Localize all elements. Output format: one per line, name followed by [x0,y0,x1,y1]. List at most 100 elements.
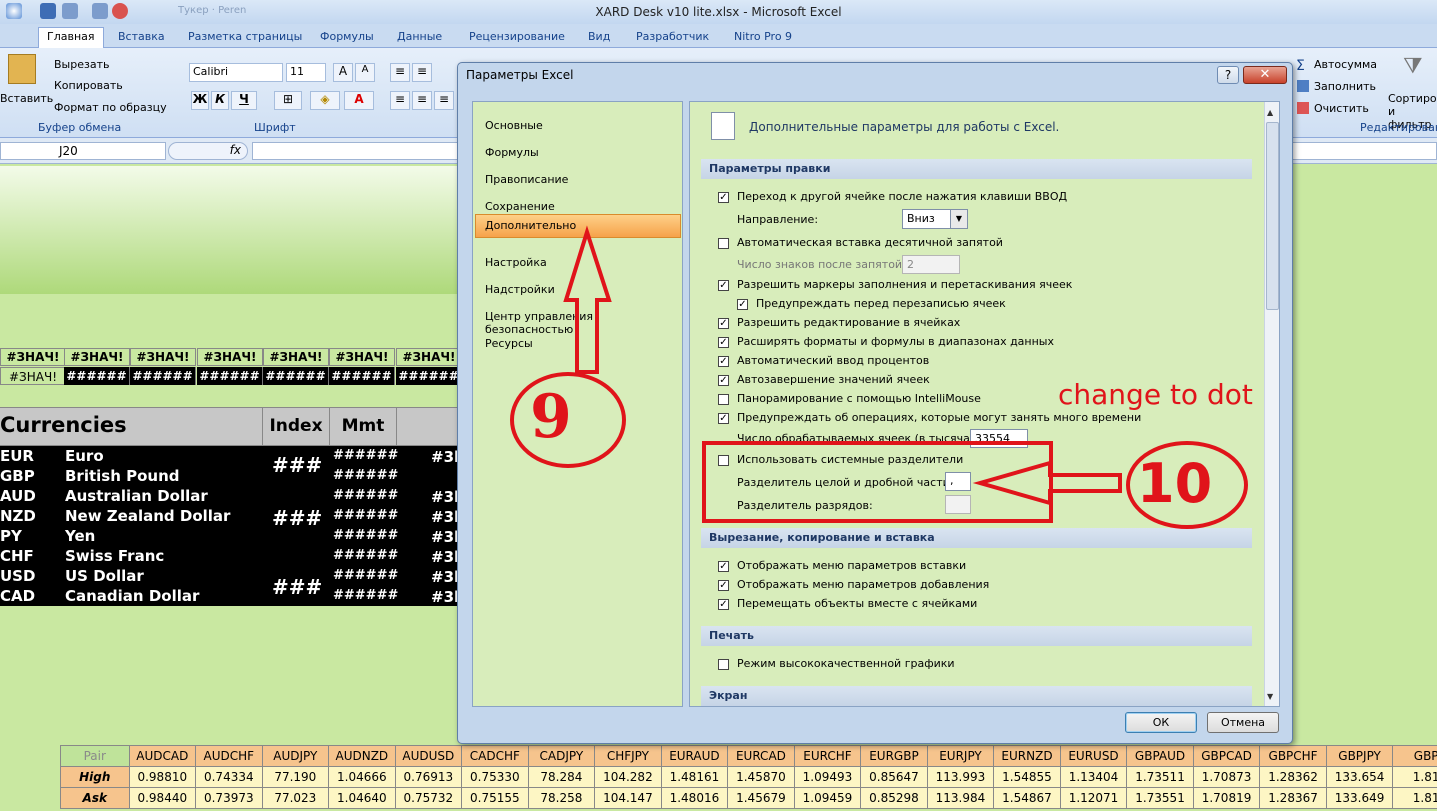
ok-button[interactable]: ОК [1125,712,1197,733]
tab-data[interactable]: Данные [389,28,450,45]
error-cell[interactable]: #ЗНАЧ! [329,348,395,366]
price-cell[interactable]: 104.282 [594,766,662,788]
autosum-button[interactable]: Автосумма [1314,58,1377,71]
align-left-icon[interactable]: ≡ [390,91,410,110]
pair-header[interactable]: AUDCAD [128,745,197,767]
partial-value[interactable]: #3l [431,568,459,586]
decimal-places-spinner[interactable]: 2 [902,255,960,274]
price-cell[interactable]: 1.81 [1392,766,1437,788]
partial-value[interactable]: #3l [431,548,459,566]
price-cell[interactable]: 1.28362 [1259,766,1327,788]
bold-button[interactable]: Ж [191,91,209,110]
fill-color-icon[interactable]: ◈ [310,91,340,110]
price-cell[interactable]: 1.04666 [328,766,396,788]
nav-item-trust-center[interactable]: Центр управления безопасностью [485,310,682,336]
scroll-down-icon[interactable]: ▼ [1267,692,1273,701]
price-cell[interactable]: 0.85298 [860,787,928,809]
hash-cell[interactable]: ###### [197,367,263,385]
pair-header[interactable]: CHFJPY [594,745,662,767]
autosum-icon[interactable]: Σ [1296,58,1310,74]
thousands-separator-input[interactable] [945,495,971,514]
tab-page-layout[interactable]: Разметка страницы [180,28,310,45]
index-hash[interactable]: ### [272,453,322,477]
pair-header[interactable]: GBPCAD [1192,745,1261,767]
close-button[interactable]: ✕ [1243,66,1287,84]
price-cell[interactable]: 1.70873 [1192,766,1261,788]
font-name-box[interactable]: Calibri [189,63,283,82]
index-hash[interactable]: ### [272,506,322,530]
error-cell[interactable]: #ЗНАЧ! [263,348,329,366]
tab-home[interactable]: Главная [38,27,104,49]
price-cell[interactable]: 1.54867 [993,787,1061,809]
price-cell[interactable]: 1.73551 [1126,787,1194,809]
mmt-hash[interactable]: ###### [333,548,398,563]
format-painter-button[interactable]: Формат по образцу [54,101,167,114]
grow-font-button[interactable]: A [333,63,353,82]
price-cell[interactable]: 0.74334 [195,766,263,788]
price-cell[interactable]: 1.12071 [1059,787,1128,809]
mmt-hash[interactable]: ###### [333,588,398,603]
chevron-down-icon[interactable]: ▼ [950,210,967,228]
price-cell[interactable]: 1.70819 [1192,787,1261,809]
checkbox[interactable] [718,455,729,466]
pair-header[interactable]: AUDCHF [195,745,263,767]
pair-header[interactable]: CADCHF [461,745,529,767]
font-color-icon[interactable]: A [344,91,374,110]
price-cell[interactable]: 0.76913 [394,766,463,788]
fill-button[interactable]: Заполнить [1314,80,1376,93]
tab-view[interactable]: Вид [580,28,618,45]
save-icon[interactable] [40,3,56,19]
scroll-up-icon[interactable]: ▲ [1267,108,1273,117]
undo-icon[interactable] [62,3,78,19]
mmt-hash[interactable]: ###### [333,448,398,463]
price-cell[interactable]: 133.649 [1325,787,1394,809]
align-middle-icon[interactable]: ≡ [412,63,432,82]
pair-header[interactable]: EURCAD [727,745,795,767]
price-cell[interactable]: 0.75155 [461,787,529,809]
mmt-hash[interactable]: ###### [333,528,398,543]
checkbox[interactable]: ✓ [718,192,729,203]
pair-header[interactable]: GBPCHF [1259,745,1327,767]
italic-button[interactable]: К [211,91,229,110]
mmt-hash[interactable]: ###### [333,568,398,583]
price-cell[interactable]: 78.284 [527,766,596,788]
hash-cell[interactable]: ###### [263,367,329,385]
tab-developer[interactable]: Разработчик [628,28,717,45]
pair-header[interactable]: EURAUD [660,745,729,767]
price-cell[interactable]: 1.73511 [1126,766,1194,788]
pair-header[interactable]: AUDNZD [328,745,396,767]
pair-header[interactable]: AUDUSD [394,745,463,767]
price-cell[interactable]: 1.45870 [727,766,795,788]
price-cell[interactable]: 1.28367 [1259,787,1327,809]
price-cell[interactable]: 0.73973 [195,787,263,809]
direction-select[interactable]: Вниз ▼ [902,209,968,229]
nav-item-advanced[interactable]: Дополнительно [475,214,681,238]
mmt-hash[interactable]: ###### [333,488,398,503]
tab-formulas[interactable]: Формулы [312,28,382,45]
pair-header[interactable]: AUDJPY [261,745,330,767]
price-cell[interactable]: 78.258 [527,787,596,809]
price-cell[interactable]: 0.75732 [394,787,463,809]
borders-button[interactable]: ⊞ [274,91,302,110]
eraser-icon[interactable] [1297,102,1309,114]
partial-value[interactable]: #3l [431,448,459,466]
error-cell[interactable]: #ЗНАЧ! [0,348,66,366]
copy-button[interactable]: Копировать [54,79,123,92]
name-box[interactable]: J20 [0,142,166,160]
insert-function-button[interactable]: fx [168,142,248,160]
partial-value[interactable]: #3l [431,508,459,526]
price-cell[interactable]: 113.993 [926,766,995,788]
error-cell[interactable]: #ЗНАЧ! [396,348,462,366]
office-button[interactable] [6,3,22,19]
redo-icon[interactable] [92,3,108,19]
checkbox[interactable]: ✓ [718,413,729,424]
scroll-thumb[interactable] [1266,122,1279,310]
cancel-button[interactable]: Отмена [1207,712,1279,733]
pair-header[interactable]: GBPJPY [1325,745,1394,767]
pair-header[interactable]: EURJPY [926,745,995,767]
error-cell[interactable]: #ЗНАЧ! [64,348,130,366]
nav-item-general[interactable]: Основные [485,119,543,132]
sort-button[interactable]: Сортиров [1388,92,1437,105]
nav-item-proofing[interactable]: Правописание [485,173,568,186]
error-cell[interactable]: #ЗНАЧ! [197,348,263,366]
